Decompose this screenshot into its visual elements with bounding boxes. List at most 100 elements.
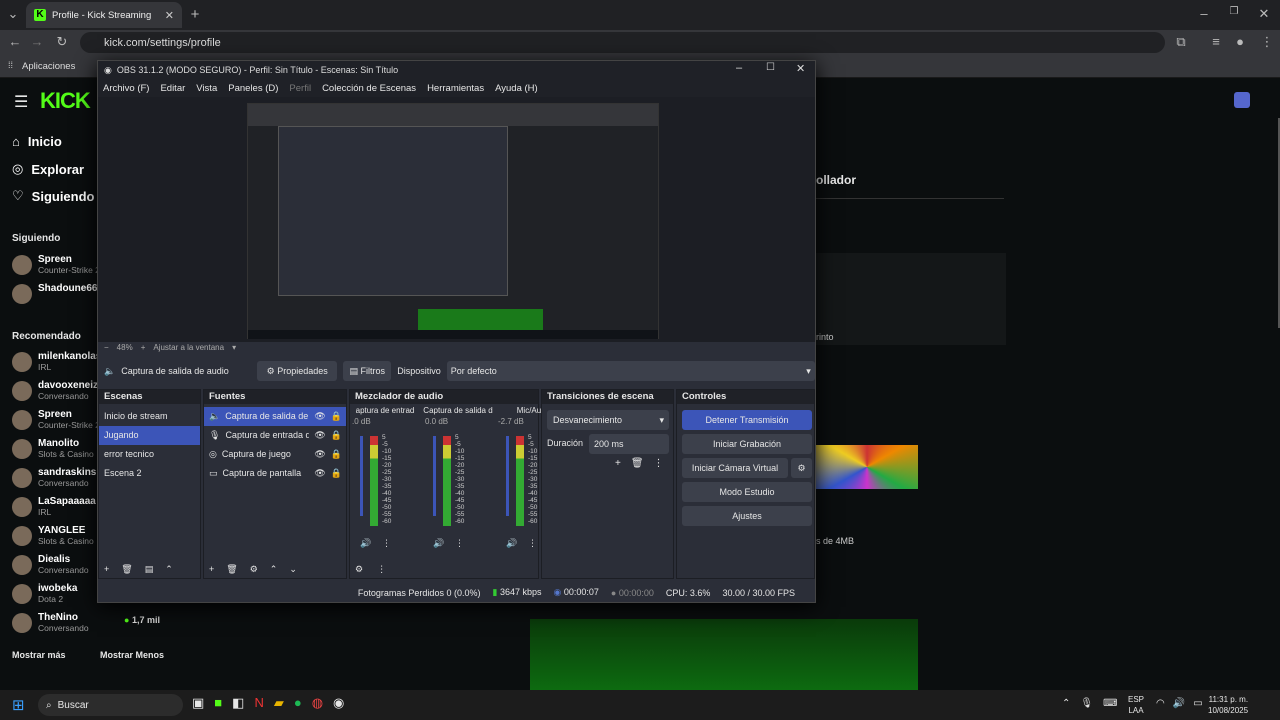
menu-editar[interactable]: Editar: [160, 83, 185, 94]
mute-icon[interactable]: 🔊: [433, 538, 444, 549]
transition-menu-icon[interactable]: ⋮: [654, 458, 664, 469]
start-recording-button[interactable]: Iniciar Grabación: [682, 434, 812, 454]
menu-vista[interactable]: Vista: [196, 83, 217, 94]
channel-menu-icon[interactable]: ⋮: [455, 538, 464, 549]
volume-slider[interactable]: [360, 436, 363, 516]
duration-input[interactable]: 200 ms: [589, 434, 669, 454]
scene-filter-icon[interactable]: ▤: [145, 564, 154, 575]
back-icon[interactable]: ←: [6, 34, 24, 49]
lock-icon[interactable]: 🔒: [331, 407, 346, 426]
kick-app-icon[interactable]: ■: [214, 695, 222, 711]
obs-preview[interactable]: − 48% + Ajustar a la ventana ▾: [98, 97, 815, 352]
channel-item[interactable]: YANGLEE Slots & Casino: [12, 525, 100, 554]
maximize-icon[interactable]: ❐: [1225, 6, 1243, 17]
virtual-camera-settings-icon[interactable]: ⚙: [791, 458, 812, 478]
windows-start-icon[interactable]: ⊞: [12, 696, 25, 714]
menu-perfil[interactable]: Perfil: [289, 83, 311, 94]
eye-icon[interactable]: 👁: [314, 407, 325, 426]
obs-maximize-icon[interactable]: ☐: [766, 62, 775, 73]
channel-item[interactable]: Shadoune666: [12, 283, 103, 312]
close-window-icon[interactable]: ✕: [1255, 6, 1273, 22]
channel-menu-icon[interactable]: ⋮: [382, 538, 391, 549]
scene-item[interactable]: Inicio de stream: [99, 407, 200, 426]
taskbar-search[interactable]: ⌕ Buscar: [38, 694, 183, 716]
minimize-icon[interactable]: –: [1195, 6, 1213, 21]
nav-explorar[interactable]: ◎ Explorar: [12, 161, 84, 177]
chevron-up-icon[interactable]: ⌃: [1062, 698, 1070, 709]
obs-app-icon[interactable]: ◉: [333, 695, 344, 711]
add-source-icon[interactable]: +: [209, 564, 214, 575]
keyboard-icon[interactable]: ⌨: [1103, 698, 1117, 709]
eye-icon[interactable]: 👁: [314, 464, 325, 483]
channel-item[interactable]: milenkanolasco IRL: [12, 351, 113, 380]
user-avatar[interactable]: [1234, 92, 1250, 108]
virtual-camera-button[interactable]: Iniciar Cámara Virtual: [682, 458, 788, 478]
channel-item[interactable]: Spreen Counter-Strike 2: [12, 409, 100, 438]
new-tab-icon[interactable]: +: [186, 6, 204, 23]
close-tab-icon[interactable]: ✕: [165, 9, 174, 22]
source-item[interactable]: ▭ Captura de pantalla 👁 🔒: [204, 464, 346, 483]
menu-archivo[interactable]: Archivo (F): [103, 83, 149, 94]
reload-icon[interactable]: ↻: [53, 34, 71, 50]
lock-icon[interactable]: 🔒: [331, 445, 346, 464]
bookmark-apps[interactable]: Aplicaciones: [22, 61, 75, 72]
forward-icon[interactable]: →: [28, 34, 46, 49]
scene-item[interactable]: error tecnico: [99, 445, 200, 464]
nav-siguiendo[interactable]: ♡ Siguiendo: [12, 188, 95, 204]
lock-icon[interactable]: 🔒: [331, 464, 346, 483]
obs-minimize-icon[interactable]: –: [736, 62, 742, 74]
source-item[interactable]: 🎙 Captura de entrada d 👁 🔒: [204, 426, 346, 445]
remove-transition-icon[interactable]: 🗑: [631, 458, 644, 469]
lock-icon[interactable]: 🔒: [331, 426, 346, 445]
channel-item[interactable]: Manolito Slots & Casino: [12, 438, 100, 467]
mute-icon[interactable]: 🔊: [360, 538, 371, 549]
channel-item[interactable]: Diealis Conversando: [12, 554, 100, 583]
media-icon[interactable]: ≡: [1207, 34, 1225, 49]
hamburger-icon[interactable]: ☰: [14, 92, 28, 112]
zoom-in-icon[interactable]: +: [141, 343, 146, 355]
tab-list-icon[interactable]: ⌄: [4, 6, 22, 22]
profile-icon[interactable]: ●: [1231, 34, 1249, 49]
settings-button[interactable]: Ajustes: [682, 506, 812, 526]
show-less-link[interactable]: Mostrar Menos: [100, 650, 164, 660]
kick-logo[interactable]: KICK: [40, 88, 91, 114]
move-up-icon[interactable]: ⌃: [270, 564, 278, 575]
address-bar[interactable]: kick.com/settings/profile: [80, 32, 1165, 53]
fit-dropdown-icon[interactable]: ▾: [232, 343, 236, 355]
stop-stream-button[interactable]: Detener Transmisión: [682, 410, 812, 430]
channel-item[interactable]: davooxeneize Conversando: [12, 380, 104, 409]
menu-paneles[interactable]: Paneles (D): [228, 83, 278, 94]
source-item[interactable]: 🔈 Captura de salida de 👁 🔒: [204, 407, 346, 426]
store-icon[interactable]: ◧: [232, 695, 244, 711]
remove-source-icon[interactable]: 🗑: [226, 564, 237, 575]
filters-button[interactable]: ▤ Filtros: [343, 361, 392, 381]
source-item[interactable]: ◎ Captura de juego 👁 🔒: [204, 445, 346, 464]
mixer-settings-icon[interactable]: ⚙: [355, 564, 363, 575]
chrome-icon[interactable]: ◍: [312, 695, 323, 711]
remove-scene-icon[interactable]: 🗑: [121, 564, 132, 575]
browser-tab[interactable]: K Profile - Kick Streaming ✕: [26, 2, 182, 28]
transition-select[interactable]: Desvanecimiento ▾: [547, 410, 669, 430]
quick-settings[interactable]: ◠ 🔊 ▭: [1156, 698, 1203, 709]
move-down-icon[interactable]: ⌄: [289, 564, 297, 575]
extensions-icon[interactable]: ⧉: [1172, 34, 1190, 50]
mute-icon[interactable]: 🔊: [506, 538, 517, 549]
properties-button[interactable]: ⚙ Propiedades: [257, 361, 338, 381]
mixer-menu-icon[interactable]: ⋮: [377, 564, 386, 575]
language-indicator[interactable]: ESP LAA: [1128, 694, 1144, 716]
zoom-out-icon[interactable]: −: [104, 343, 109, 355]
add-scene-icon[interactable]: +: [104, 564, 109, 575]
nav-inicio[interactable]: ⌂ Inicio: [12, 134, 62, 149]
channel-item[interactable]: LaSapaaaaa IRL: [12, 496, 100, 525]
move-up-icon[interactable]: ⌃: [165, 564, 173, 575]
device-select[interactable]: Por defecto ▾: [446, 361, 815, 381]
menu-herramientas[interactable]: Herramientas: [427, 83, 484, 94]
volume-slider[interactable]: [506, 436, 509, 516]
mic-icon[interactable]: 🎙: [1080, 698, 1093, 709]
channel-item[interactable]: sandraskins Conversando: [12, 467, 100, 496]
eye-icon[interactable]: 👁: [314, 426, 325, 445]
folder-icon[interactable]: ▰: [274, 695, 284, 711]
volume-slider[interactable]: [433, 436, 436, 516]
channel-menu-icon[interactable]: ⋮: [528, 538, 537, 549]
studio-mode-button[interactable]: Modo Estudio: [682, 482, 812, 502]
